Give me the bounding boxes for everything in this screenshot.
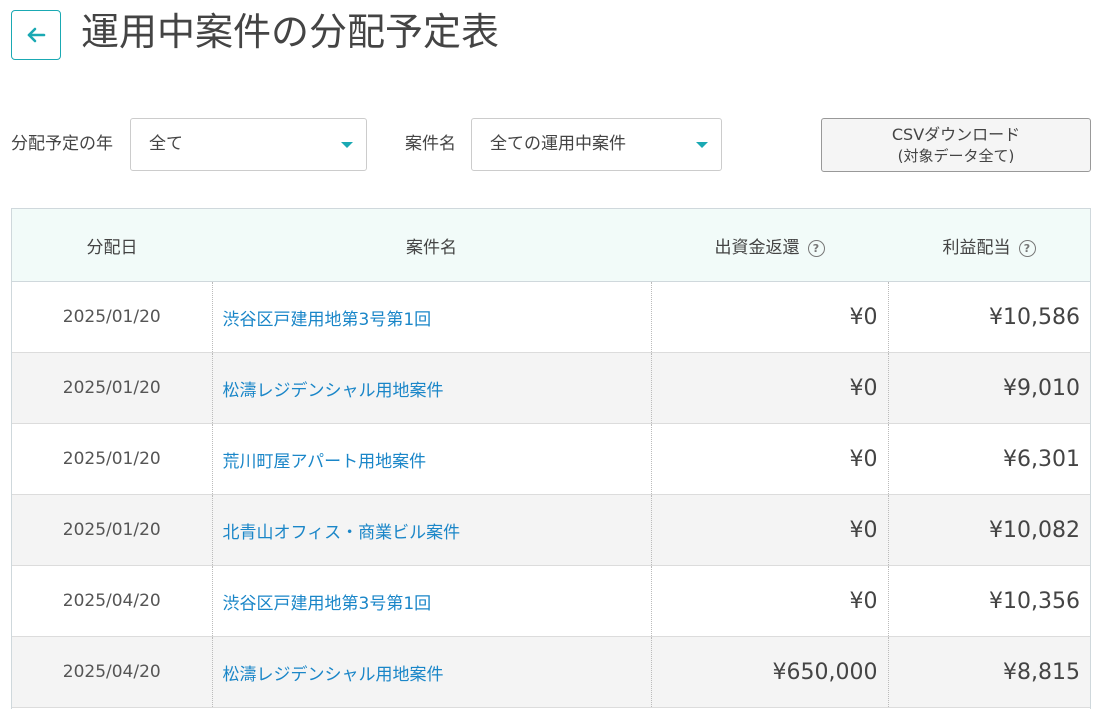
capital-return: ¥0 xyxy=(650,565,888,637)
column-header-name: 案件名 xyxy=(212,209,651,282)
year-select-value: 全て xyxy=(149,134,183,154)
case-select-value: 全ての運用中案件 xyxy=(490,134,626,154)
year-select[interactable]: 全て xyxy=(130,118,367,171)
distribution-table: 分配日 案件名 出資金返還? 利益配当? 2025/01/20 渋谷区戸建用地第… xyxy=(11,208,1091,709)
table-row: 2025/04/20 渋谷区戸建用地第3号第1回 ¥0 ¥10,356 xyxy=(12,565,1090,637)
column-header-label: 分配日 xyxy=(86,237,138,258)
csv-download-button[interactable]: CSVダウンロード (対象データ全て) xyxy=(821,118,1091,172)
table-row: 2025/04/20 松濤レジデンシャル用地案件 ¥650,000 ¥8,815 xyxy=(12,636,1090,708)
arrow-left-icon xyxy=(25,24,47,46)
profit-dividend: ¥10,586 xyxy=(887,281,1090,353)
case-name-cell: 荒川町屋アパート用地案件 xyxy=(211,423,651,495)
profit-dividend: ¥10,356 xyxy=(887,565,1090,637)
distribution-date: 2025/01/20 xyxy=(12,281,212,353)
table-row: 2025/01/20 渋谷区戸建用地第3号第1回 ¥0 ¥10,586 xyxy=(12,281,1090,353)
case-select[interactable]: 全ての運用中案件 xyxy=(471,118,722,171)
column-header-return: 出資金返還? xyxy=(651,209,888,282)
profit-dividend: ¥9,010 xyxy=(887,352,1090,424)
case-name-cell: 北青山オフィス・商業ビル案件 xyxy=(211,494,651,566)
case-name-cell: 渋谷区戸建用地第3号第1回 xyxy=(211,565,651,637)
capital-return: ¥0 xyxy=(650,281,888,353)
distribution-date: 2025/04/20 xyxy=(12,565,212,637)
table-row: 2025/01/20 松濤レジデンシャル用地案件 ¥0 ¥9,010 xyxy=(12,352,1090,424)
column-header-date: 分配日 xyxy=(12,209,212,282)
case-name-cell: 松濤レジデンシャル用地案件 xyxy=(211,636,651,708)
case-link[interactable]: 渋谷区戸建用地第3号第1回 xyxy=(223,594,432,614)
help-icon[interactable]: ? xyxy=(807,239,825,257)
help-icon[interactable]: ? xyxy=(1018,239,1036,257)
capital-return: ¥0 xyxy=(650,423,888,495)
profit-dividend: ¥10,082 xyxy=(887,494,1090,566)
csv-button-sublabel: (対象データ全て) xyxy=(897,147,1015,165)
caret-down-icon xyxy=(341,142,353,148)
profit-dividend: ¥6,301 xyxy=(887,423,1090,495)
case-name-cell: 松濤レジデンシャル用地案件 xyxy=(211,352,651,424)
case-link[interactable]: 松濤レジデンシャル用地案件 xyxy=(223,665,444,685)
distribution-date: 2025/01/20 xyxy=(12,423,212,495)
table-row: 2025/01/20 荒川町屋アパート用地案件 ¥0 ¥6,301 xyxy=(12,423,1090,495)
table-row: 2025/01/20 北青山オフィス・商業ビル案件 ¥0 ¥10,082 xyxy=(12,494,1090,566)
distribution-date: 2025/01/20 xyxy=(12,352,212,424)
column-header-dividend: 利益配当? xyxy=(888,209,1090,282)
capital-return: ¥650,000 xyxy=(650,636,888,708)
csv-button-label: CSVダウンロード xyxy=(891,125,1021,144)
table-header-row: 分配日 案件名 出資金返還? 利益配当? xyxy=(12,209,1090,282)
caret-down-icon xyxy=(696,142,708,148)
distribution-date: 2025/01/20 xyxy=(12,494,212,566)
case-link[interactable]: 荒川町屋アパート用地案件 xyxy=(223,452,427,472)
page-title: 運用中案件の分配予定表 xyxy=(81,10,500,54)
case-link[interactable]: 松濤レジデンシャル用地案件 xyxy=(223,381,444,401)
case-link[interactable]: 渋谷区戸建用地第3号第1回 xyxy=(223,310,432,330)
capital-return: ¥0 xyxy=(650,352,888,424)
column-header-label: 案件名 xyxy=(406,237,457,258)
year-filter-label: 分配予定の年 xyxy=(11,134,113,154)
column-header-label: 利益配当 xyxy=(942,237,1011,258)
case-link[interactable]: 北青山オフィス・商業ビル案件 xyxy=(223,523,461,543)
profit-dividend: ¥8,815 xyxy=(887,636,1090,708)
back-button[interactable] xyxy=(11,10,61,60)
distribution-date: 2025/04/20 xyxy=(12,636,212,708)
capital-return: ¥0 xyxy=(650,494,888,566)
case-name-cell: 渋谷区戸建用地第3号第1回 xyxy=(211,281,651,353)
column-header-label: 出資金返還 xyxy=(714,237,800,258)
case-filter-label: 案件名 xyxy=(405,134,456,154)
